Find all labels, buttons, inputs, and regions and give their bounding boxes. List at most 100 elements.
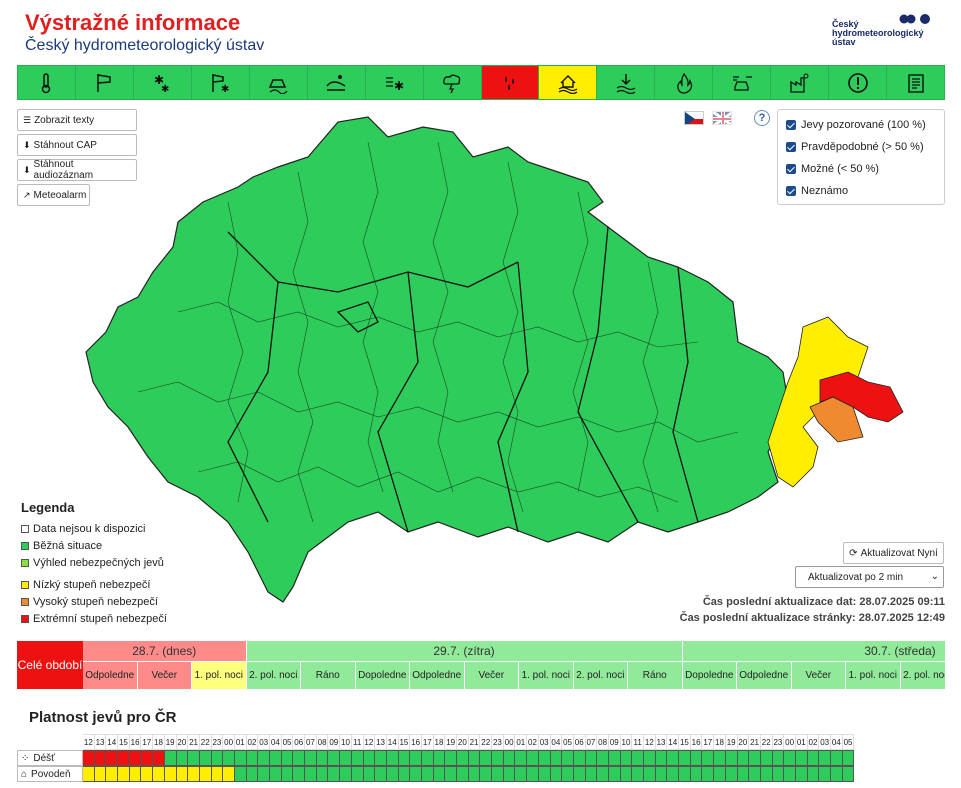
toolbar-button-thermometer[interactable] <box>18 66 76 99</box>
toolbar-button-fire[interactable] <box>655 66 714 99</box>
timeline-segment[interactable]: 1. pol. noci <box>192 662 247 689</box>
legend-item: Extrémní stupeň nebezpečí <box>21 613 167 625</box>
hour-label: 20 <box>737 734 750 750</box>
toolbar-button-flood[interactable] <box>539 66 598 99</box>
validity-cell <box>667 750 680 766</box>
toolbar-button-snow-wind[interactable]: ✱ <box>192 66 250 99</box>
toolbar-button-snow[interactable]: ✱ ✱ <box>134 66 192 99</box>
timeline-segment[interactable]: 2. pol. noci <box>900 662 945 689</box>
validity-cell <box>667 766 680 782</box>
timeline-day[interactable]: 28.7. (dnes) <box>83 641 247 661</box>
thunderstorm-icon <box>443 74 461 93</box>
timeline-segment[interactable]: 2. pol. noci <box>246 662 301 689</box>
validity-cell <box>433 766 446 782</box>
toolbar-button-document[interactable] <box>887 66 944 99</box>
timeline-segment[interactable]: Ráno <box>628 662 683 689</box>
hour-label: 14 <box>386 734 399 750</box>
hour-label: 17 <box>421 734 434 750</box>
toolbar-button-snow-drift[interactable] <box>308 66 366 99</box>
validity-cell <box>246 750 259 766</box>
validity-cell <box>527 766 539 782</box>
toolbar-button-frost[interactable]: ✱ <box>366 66 424 99</box>
refresh-interval-select[interactable]: Aktualizovat po 2 min ⌄ <box>795 566 944 588</box>
toolbar-button-fog-car[interactable] <box>713 66 772 99</box>
validity-cell <box>492 766 504 782</box>
flood-icon <box>558 74 578 94</box>
validity-cell <box>164 750 177 766</box>
validity-cell <box>842 766 855 782</box>
whole-period-button[interactable]: Celé období <box>17 641 83 689</box>
smog-factory-icon <box>790 73 809 93</box>
hour-label: 11 <box>351 734 364 750</box>
legend-label: Nízký stupeň nebezpečí <box>33 579 151 591</box>
hour-label: 00 <box>503 734 516 750</box>
warning-icon <box>847 72 868 93</box>
hour-label: 05 <box>281 734 294 750</box>
validity-cell <box>199 750 212 766</box>
legend-item: Nízký stupeň nebezpečí <box>21 579 150 591</box>
hour-header: 12 13 14 15 16 17 18 19 20 21 22 23 00 01 02 03 04 05 06 07… <box>83 734 855 750</box>
validity-cell <box>281 750 294 766</box>
validity-cell <box>585 766 598 782</box>
validity-cell <box>94 750 107 766</box>
hour-label: 08 <box>316 734 329 750</box>
toolbar-button-thunderstorm[interactable] <box>424 66 482 99</box>
validity-cell <box>457 750 469 766</box>
timeline-segment[interactable]: 1. pol. noci <box>846 662 901 689</box>
legend-title: Legenda <box>21 500 75 515</box>
timeline-segment[interactable]: Ráno <box>301 662 356 689</box>
validity-cell <box>597 766 609 782</box>
validity-cell <box>725 766 738 782</box>
timeline-segment[interactable]: Večer <box>464 662 519 689</box>
toolbar-button-slippery-road[interactable] <box>250 66 308 99</box>
toolbar-button-smog-factory[interactable] <box>771 66 830 99</box>
validity-cell <box>655 750 668 766</box>
timeline-segment[interactable]: 2. pol. noci <box>573 662 628 689</box>
timeline-segment[interactable]: Odpoledne <box>410 662 465 689</box>
refresh-now-button[interactable]: ⟳ Aktualizovat Nyní <box>843 542 944 564</box>
validity-cell <box>772 766 785 782</box>
validity-cell <box>281 766 294 782</box>
hour-label: 01 <box>795 734 808 750</box>
timeline-segment[interactable]: Dopoledne <box>355 662 410 689</box>
timeline-day[interactable]: 30.7. (středa) <box>682 641 945 661</box>
hour-label: 21 <box>749 734 761 750</box>
czech-map[interactable] <box>78 112 908 612</box>
data-update-time: Čas poslední aktualizace dat: 28.07.2025… <box>702 596 945 608</box>
validity-cell <box>807 750 820 766</box>
timeline-segment[interactable]: Dopoledne <box>682 662 737 689</box>
hour-label: 14 <box>667 734 680 750</box>
hour-label: 04 <box>270 734 282 750</box>
toolbar-button-rain[interactable] <box>481 66 540 99</box>
timeline-segment[interactable]: Odpoledne <box>737 662 792 689</box>
timeline-segment[interactable]: 1. pol. noci <box>519 662 574 689</box>
chmi-logo[interactable]: Český hydrometeorologický ústav <box>832 10 942 50</box>
hour-label: 16 <box>690 734 703 750</box>
hour-label: 14 <box>106 734 119 750</box>
validity-cell <box>550 750 563 766</box>
validity-cell <box>340 750 352 766</box>
toolbar-button-warning[interactable] <box>829 66 888 99</box>
validity-cell <box>410 766 422 782</box>
legend-item: Výhled nebezpečných jevů <box>21 557 164 569</box>
validity-cell <box>375 766 387 782</box>
phenomena-toolbar: ✱ ✱ ✱ ✱ <box>17 65 945 100</box>
timeline-segment[interactable]: Večer <box>791 662 846 689</box>
timeline-day[interactable]: 29.7. (zítra) <box>246 641 683 661</box>
hour-label: 03 <box>819 734 831 750</box>
timeline-segment[interactable]: Odpoledne <box>83 662 138 689</box>
hour-label: 09 <box>608 734 621 750</box>
validity-cell <box>457 766 469 782</box>
validity-cell <box>293 750 306 766</box>
validity-cell <box>328 750 341 766</box>
timeline-segment[interactable]: Večer <box>137 662 192 689</box>
validity-cell <box>632 766 644 782</box>
validity-row-label[interactable]: ⁘ Déšť <box>17 750 83 766</box>
validity-title: Platnost jevů pro ČR <box>29 709 177 726</box>
validity-cell <box>737 766 750 782</box>
validity-cell <box>562 750 574 766</box>
validity-row-label[interactable]: ⌂ Povodeň <box>17 766 83 782</box>
toolbar-button-flash-flood[interactable] <box>597 66 656 99</box>
toolbar-button-wind-flag[interactable] <box>76 66 134 99</box>
validity-cell <box>620 750 633 766</box>
